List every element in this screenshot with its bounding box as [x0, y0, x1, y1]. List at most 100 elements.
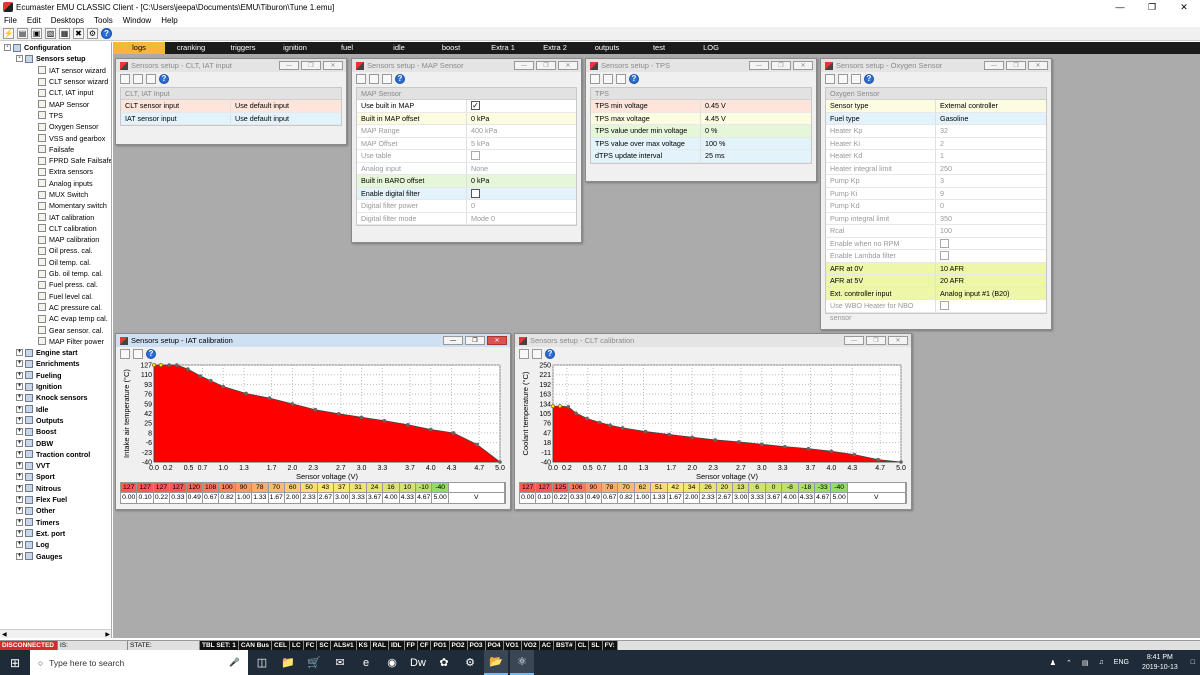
table-cell[interactable]: 0.33: [569, 493, 586, 503]
expand-icon[interactable]: +: [16, 541, 23, 549]
property-row[interactable]: dTPS update interval 25 ms: [591, 150, 811, 163]
property-value[interactable]: 0 %: [701, 125, 811, 137]
tree-item[interactable]: Analog inputs: [0, 178, 111, 189]
data-point[interactable]: [151, 362, 157, 368]
open-icon[interactable]: [120, 348, 130, 359]
menu-window[interactable]: Window: [123, 16, 151, 25]
maximize-button[interactable]: ❐: [1136, 0, 1168, 14]
tree-item[interactable]: Fuel level cal.: [0, 291, 111, 302]
data-point[interactable]: [406, 423, 410, 427]
tree-group[interactable]: + Boost: [0, 426, 111, 437]
save-icon[interactable]: [838, 73, 848, 84]
table-cell[interactable]: 4.67: [815, 493, 832, 503]
data-point[interactable]: [806, 446, 811, 451]
property-row[interactable]: MAP Range 400 kPa: [357, 125, 576, 138]
property-value[interactable]: 350: [936, 213, 1046, 225]
iat-calibration-chart[interactable]: 12711093765942258-6-23-400.0 0.2 0.5 0.7 1.0…: [120, 360, 508, 482]
table-cell[interactable]: V: [449, 493, 505, 503]
data-point[interactable]: [829, 449, 834, 454]
data-point[interactable]: [208, 378, 213, 383]
property-value[interactable]: Use default input: [231, 113, 341, 125]
copy-icon[interactable]: [146, 73, 156, 84]
table-cell[interactable]: 127: [520, 483, 537, 492]
table-cell[interactable]: [449, 483, 505, 492]
tree-group[interactable]: + VVT: [0, 460, 111, 471]
expand-icon[interactable]: +: [16, 462, 23, 470]
expand-icon[interactable]: +: [16, 450, 23, 458]
data-point[interactable]: [550, 404, 556, 409]
property-row[interactable]: IAT sensor input Use default input: [121, 112, 341, 125]
tree-item[interactable]: CLT, IAT input: [0, 87, 111, 98]
chevron-up-icon[interactable]: ⌃: [1066, 659, 1072, 667]
expand-icon[interactable]: +: [16, 349, 23, 357]
property-row[interactable]: Use table: [357, 150, 576, 163]
table-cell[interactable]: 51: [651, 483, 668, 492]
minimize-icon[interactable]: —: [514, 61, 534, 70]
edge-icon[interactable]: e: [354, 650, 378, 675]
expand-icon[interactable]: +: [16, 529, 23, 537]
tab-cranking[interactable]: cranking: [165, 42, 217, 54]
table-cell[interactable]: 1.33: [651, 493, 668, 503]
connect-icon[interactable]: ⚡: [3, 28, 14, 39]
table-cell[interactable]: 0.10: [536, 493, 553, 503]
property-value[interactable]: [467, 188, 576, 200]
tree-item[interactable]: MUX Switch: [0, 189, 111, 200]
store-icon[interactable]: 🛒: [302, 650, 326, 675]
property-value[interactable]: ✓: [467, 100, 576, 112]
save-icon[interactable]: ▣: [31, 28, 42, 39]
data-point[interactable]: [737, 440, 741, 444]
data-point[interactable]: [667, 432, 672, 437]
table-cell[interactable]: -40: [831, 483, 848, 492]
data-point[interactable]: [336, 411, 341, 416]
expand-icon[interactable]: +: [16, 552, 23, 560]
table-cell[interactable]: 3.33: [749, 493, 766, 503]
menu-help[interactable]: Help: [161, 16, 177, 25]
dreamweaver-icon[interactable]: Dw: [406, 650, 430, 675]
property-value[interactable]: 0 kPa: [467, 113, 576, 125]
tree-group[interactable]: + Nitrous: [0, 483, 111, 494]
tree-hscrollbar[interactable]: ◀ ▶: [0, 629, 111, 638]
table-cell[interactable]: 5.00: [831, 493, 848, 503]
data-point[interactable]: [290, 402, 295, 406]
property-row[interactable]: TPS value over max voltage 100 %: [591, 137, 811, 150]
collapse-icon[interactable]: -: [4, 44, 11, 52]
table-cell[interactable]: 108: [202, 483, 220, 492]
photos-icon[interactable]: ✿: [432, 650, 456, 675]
minimize-icon[interactable]: —: [443, 336, 463, 345]
table-cell[interactable]: 70: [618, 483, 635, 492]
close-icon[interactable]: ✕: [323, 61, 343, 70]
table-cell[interactable]: 4.00: [383, 493, 400, 503]
tree-group[interactable]: + Ext. port: [0, 528, 111, 539]
tab-idle[interactable]: idle: [373, 42, 425, 54]
property-row[interactable]: Use built in MAP ✓: [357, 100, 576, 113]
checkbox[interactable]: [940, 238, 949, 248]
property-value[interactable]: External controller: [936, 100, 1046, 112]
tab-boost[interactable]: boost: [425, 42, 477, 54]
tree-group[interactable]: + Engine start: [0, 347, 111, 358]
tree-group[interactable]: + Knock sensors: [0, 392, 111, 403]
table-cell[interactable]: -18: [798, 483, 816, 492]
tree-item[interactable]: Oil press. cal.: [0, 245, 111, 256]
property-value[interactable]: 2: [936, 138, 1046, 150]
save-icon[interactable]: [369, 73, 379, 84]
table-cell[interactable]: 3.67: [367, 493, 384, 503]
table-cell[interactable]: 4.33: [799, 493, 816, 503]
checkbox[interactable]: [940, 301, 949, 310]
restore-icon[interactable]: ❐: [301, 61, 321, 70]
table-cell[interactable]: 43: [317, 483, 335, 492]
table-cell[interactable]: 127: [153, 483, 171, 492]
table-cell[interactable]: 70: [268, 483, 285, 492]
property-row[interactable]: Enable digital filter: [357, 187, 576, 200]
table-cell[interactable]: 4.67: [416, 493, 433, 503]
open-icon[interactable]: [825, 73, 835, 84]
data-point[interactable]: [782, 444, 787, 449]
table-cell[interactable]: 60: [284, 483, 302, 492]
property-value[interactable]: 5 kPa: [467, 138, 576, 150]
property-row[interactable]: Use WBO Heater for NBO sensor: [826, 300, 1046, 322]
open-icon[interactable]: [356, 73, 366, 84]
property-row[interactable]: Rcal 100: [826, 225, 1046, 238]
table-cell[interactable]: 34: [683, 483, 701, 492]
expand-icon[interactable]: +: [16, 507, 23, 515]
table-cell[interactable]: 6: [749, 483, 766, 492]
save-icon[interactable]: [133, 73, 143, 84]
